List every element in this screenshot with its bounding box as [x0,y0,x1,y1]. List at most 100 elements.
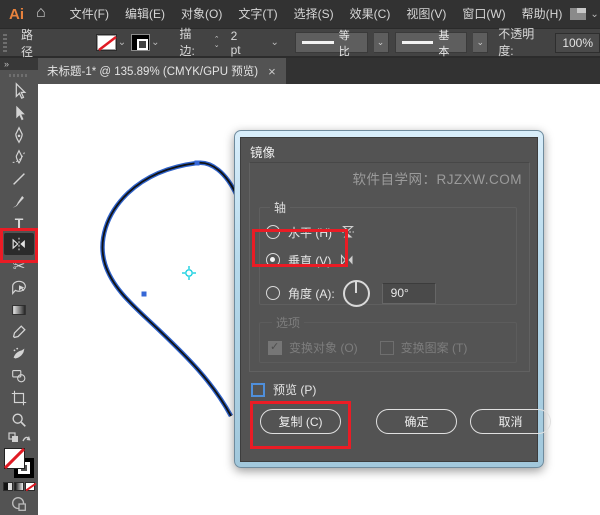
menu-file[interactable]: 文件(F) [62,0,117,28]
workspace-icon [570,8,586,20]
stroke-weight-label[interactable]: 描边: [179,25,206,61]
radio-horizontal-row[interactable]: 水平 (H) [266,218,510,246]
symbol-sprayer-tool[interactable] [4,343,34,365]
draw-mode-button[interactable] [4,493,34,515]
flip-vertical-icon [340,224,356,240]
artboard-tool[interactable] [4,387,34,409]
angle-value: 90° [391,286,409,300]
stroke-weight-value[interactable]: 2 pt [227,29,255,57]
transform-patterns-label: 变换图案 (T) [401,339,468,356]
brush-definition-dropdown[interactable]: 基本 [395,32,468,53]
chevron-down-icon[interactable]: ⌄ [270,37,278,48]
type-tool-glyph: T [15,215,24,231]
ok-button[interactable]: 确定 [376,409,457,434]
paintbrush-tool[interactable] [4,190,34,212]
menu-view[interactable]: 视图(V) [398,0,454,28]
stroke-color-control[interactable]: ⌄ [132,35,159,50]
radio-angle-row[interactable]: 角度 (A): 90° [266,274,510,312]
preview-label: 预览 (P) [273,381,316,398]
radio-vertical-row[interactable]: 垂直 (V) [266,246,510,274]
radio-button-selected[interactable] [266,253,280,267]
fill-stroke-indicator[interactable] [2,448,36,478]
eyedropper-tool[interactable] [4,321,34,343]
fill-none-swatch[interactable] [97,35,116,50]
zoom-tool[interactable] [4,409,34,431]
curvature-tool[interactable] [4,146,34,168]
color-button[interactable] [3,482,13,491]
color-mode-buttons [3,482,35,491]
menu-type[interactable]: 文字(T) [230,0,285,28]
gradient-button[interactable] [14,482,24,491]
transform-objects-label: 变换对象 (O) [289,339,358,356]
radio-button[interactable] [266,286,280,300]
chevron-down-icon[interactable]: ⌄ [151,37,159,48]
flip-horizontal-icon [339,252,355,268]
options-group-label: 选项 [272,314,304,331]
gradient-tool[interactable] [4,299,34,321]
width-profile-dropdown[interactable]: 等比 [295,32,368,53]
menu-effect[interactable]: 效果(C) [342,0,399,28]
menu-select[interactable]: 选择(S) [286,0,342,28]
preview-checkbox-row[interactable]: 预览 (P) [251,381,316,398]
panel-drag-grip[interactable] [9,74,29,77]
panel-collapse-button[interactable]: » [0,58,38,70]
close-icon[interactable]: × [268,64,276,79]
panel-grip[interactable] [3,34,7,52]
chevron-down-icon: ⌄ [590,9,598,20]
tools-panel: » T [0,58,38,515]
rotate-view-tool[interactable] [4,277,34,299]
angle-input[interactable]: 90° [382,283,436,304]
chevron-down-icon[interactable]: ⌄ [374,32,389,53]
dialog-buttons: 复制 (C) 确定 取消 [260,409,551,434]
workspace-switcher[interactable]: ⌄ [570,8,600,20]
width-profile-value: 等比 [339,27,361,59]
direct-selection-tool[interactable] [4,102,34,124]
swap-fill-stroke-icon[interactable] [4,430,34,445]
opacity-value: 100% [562,36,593,50]
dialog-content-panel: 软件自学网：RJZXW.COM 轴 水平 (H) 垂 [249,162,530,372]
brush-definition-value: 基本 [438,27,460,59]
pen-tool[interactable] [4,124,34,146]
radio-vertical-label: 垂直 (V) [288,252,331,269]
type-tool[interactable]: T [4,212,34,234]
reflect-dialog: 镜像 软件自学网：RJZXW.COM 轴 水平 (H) [234,130,544,468]
checkbox-unchecked-disabled [380,341,394,355]
selection-type-label: 路径 [17,26,49,60]
options-row: 变换对象 (O) 变换图案 (T) [268,339,508,356]
stroke-black-swatch[interactable] [132,35,149,50]
opacity-value-field[interactable]: 100% [555,33,600,53]
control-bar: 路径 ⌄ ⌄ 描边: ⌃⌄ 2 pt ⌄ 等比 ⌄ 基本 ⌄ 不透明度: 100… [0,28,600,58]
watermark-text: 软件自学网：RJZXW.COM [353,168,523,188]
dialog-title: 镜像 [250,142,275,161]
none-button[interactable] [25,482,35,491]
reflect-tool[interactable] [4,233,34,255]
reflect-dialog-body: 镜像 软件自学网：RJZXW.COM 轴 水平 (H) [240,137,538,462]
radio-horizontal-label: 水平 (H) [288,224,332,241]
illustrator-window: Ai ⌂ 文件(F) 编辑(E) 对象(O) 文字(T) 选择(S) 效果(C)… [0,0,600,515]
options-group: 选项 变换对象 (O) 变换图案 (T) [259,314,517,363]
fill-color-control[interactable]: ⌄ [97,35,126,50]
document-tab[interactable]: 未标题-1* @ 135.89% (CMYK/GPU 预览) × [38,58,286,84]
shape-builder-tool[interactable] [4,365,34,387]
scissors-icon: ✂ [13,257,26,275]
line-segment-tool[interactable] [4,168,34,190]
cancel-button[interactable]: 取消 [470,409,551,434]
axis-group: 轴 水平 (H) 垂直 (V) [259,199,517,305]
copy-button[interactable]: 复制 (C) [260,409,341,434]
scissors-tool[interactable]: ✂ [4,255,34,277]
angle-dial[interactable] [343,280,370,307]
checkbox-checked-disabled [268,341,282,355]
brush-preview [402,41,434,44]
axis-group-label: 轴 [270,199,290,216]
chevron-down-icon[interactable]: ⌄ [118,37,126,48]
home-icon[interactable]: ⌂ [34,4,56,24]
menu-edit[interactable]: 编辑(E) [117,0,173,28]
fill-none-indicator[interactable] [4,448,25,469]
selection-tool[interactable] [4,80,34,102]
preview-checkbox[interactable] [251,383,265,397]
document-title: 未标题-1* @ 135.89% (CMYK/GPU 预览) [47,63,258,79]
opacity-label[interactable]: 不透明度: [498,25,549,61]
chevron-down-icon[interactable]: ⌄ [473,32,488,53]
radio-button[interactable] [266,225,280,239]
stroke-weight-stepper[interactable]: ⌃⌄ [213,37,221,49]
